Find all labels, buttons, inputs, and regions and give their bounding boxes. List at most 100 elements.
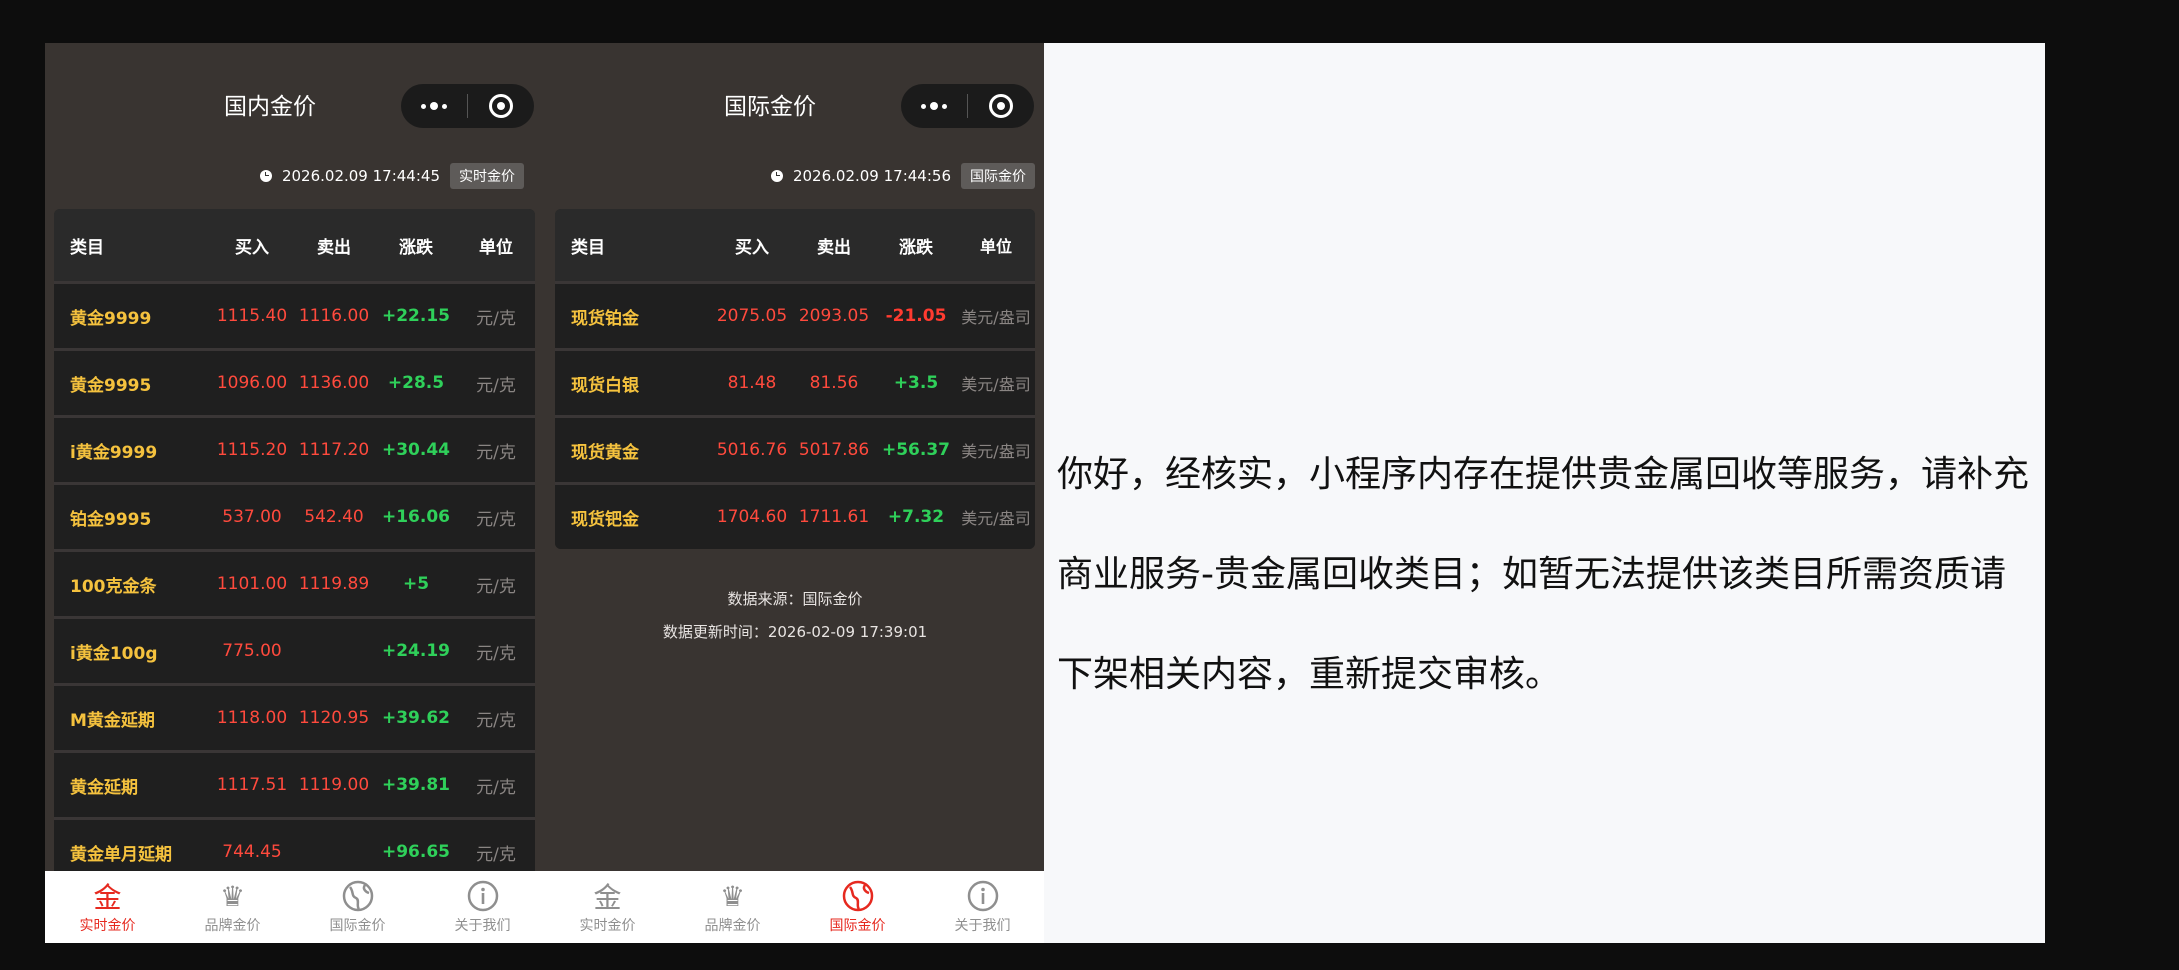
row-name: 黄金单月延期 bbox=[70, 844, 172, 865]
row-change: +39.81 bbox=[381, 775, 451, 795]
tab-realtime-gold[interactable]: 金 实时金价 bbox=[545, 871, 670, 943]
domestic-gold-panel: 国内金价 2026.02.09 17:44:45 实时金价 类目 买入 卖出 涨… bbox=[45, 43, 545, 943]
row-change: +96.65 bbox=[381, 842, 451, 862]
tab-label: 国际金价 bbox=[329, 918, 386, 934]
row-change: -21.05 bbox=[885, 306, 947, 326]
row-sell: 2093.05 bbox=[798, 306, 870, 326]
row-sell: 1119.89 bbox=[298, 574, 370, 594]
table-row[interactable]: 100克金条 1101.00 1119.89 +5 元/克 bbox=[54, 549, 535, 616]
row-buy: 775.00 bbox=[222, 641, 282, 661]
miniprogram-capsule bbox=[401, 84, 534, 128]
tab-label: 实时金价 bbox=[579, 918, 636, 934]
header-change: 涨跌 bbox=[899, 237, 933, 258]
more-icon[interactable] bbox=[901, 102, 967, 110]
row-change: +30.44 bbox=[381, 440, 451, 460]
table-row[interactable]: 黄金9999 1115.40 1116.00 +22.15 元/克 bbox=[54, 281, 535, 348]
row-change: +7.32 bbox=[887, 507, 945, 527]
row-name: M黄金延期 bbox=[70, 710, 155, 731]
table-row[interactable]: 现货黄金 5016.76 5017.86 +56.37 美元/盎司 bbox=[555, 415, 1035, 482]
table-row[interactable]: 现货钯金 1704.60 1711.61 +7.32 美元/盎司 bbox=[555, 482, 1035, 549]
row-unit: 元/克 bbox=[476, 442, 516, 463]
table-row[interactable]: i黄金100g 775.00 +24.19 元/克 bbox=[54, 616, 535, 683]
row-unit: 美元/盎司 bbox=[961, 509, 1031, 528]
row-sell: 542.40 bbox=[304, 507, 364, 527]
row-name: 现货白银 bbox=[571, 375, 639, 396]
miniprogram-capsule bbox=[901, 84, 1034, 128]
row-sell: 1116.00 bbox=[298, 306, 370, 326]
data-source-line: 数据来源：国际金价 bbox=[727, 590, 863, 608]
row-sell: 1117.20 bbox=[298, 440, 370, 460]
tab-about-us[interactable]: 关于我们 bbox=[920, 871, 1045, 943]
row-buy: 81.48 bbox=[727, 373, 777, 393]
row-sell: 1120.95 bbox=[298, 708, 370, 728]
table-row[interactable]: 黄金延期 1117.51 1119.00 +39.81 元/克 bbox=[54, 750, 535, 817]
tab-bar: 金 实时金价 ♛ 品牌金价 国际金价 关于我们 bbox=[545, 871, 1045, 943]
close-target-icon[interactable] bbox=[968, 94, 1034, 118]
tab-label: 实时金价 bbox=[79, 918, 136, 934]
row-name: 现货黄金 bbox=[571, 442, 639, 463]
tab-about-us[interactable]: 关于我们 bbox=[420, 871, 545, 943]
close-target-icon[interactable] bbox=[468, 94, 534, 118]
row-unit: 美元/盎司 bbox=[961, 442, 1031, 461]
header-sell: 卖出 bbox=[817, 237, 851, 258]
crown-icon: ♛ bbox=[719, 879, 746, 913]
row-change: +22.15 bbox=[381, 306, 451, 326]
price-table: 类目 买入 卖出 涨跌 单位 现货铂金 2075.05 2093.05 -21.… bbox=[555, 209, 1035, 549]
table-row[interactable]: M黄金延期 1118.00 1120.95 +39.62 元/克 bbox=[54, 683, 535, 750]
row-unit: 元/克 bbox=[476, 576, 516, 597]
row-sell: 81.56 bbox=[809, 373, 859, 393]
row-change: +5 bbox=[402, 574, 430, 594]
row-name: 现货铂金 bbox=[571, 308, 639, 329]
tab-brand-gold[interactable]: ♛ 品牌金价 bbox=[170, 871, 295, 943]
tab-intl-gold[interactable]: 国际金价 bbox=[295, 871, 420, 943]
row-unit: 元/克 bbox=[476, 375, 516, 396]
row-unit: 元/克 bbox=[476, 308, 516, 329]
row-unit: 元/克 bbox=[476, 509, 516, 530]
info-icon bbox=[466, 879, 500, 913]
row-name: 100克金条 bbox=[70, 576, 157, 597]
tab-intl-gold[interactable]: 国际金价 bbox=[795, 871, 920, 943]
row-unit: 美元/盎司 bbox=[961, 308, 1031, 327]
row-buy: 1704.60 bbox=[716, 507, 788, 527]
review-notice-text: 你好，经核实，小程序内存在提供贵金属回收等服务，请补充商业服务-贵金属回收类目；… bbox=[1057, 454, 2030, 695]
row-change: +56.37 bbox=[881, 440, 951, 460]
status-badge: 实时金价 bbox=[450, 163, 524, 189]
tab-brand-gold[interactable]: ♛ 品牌金价 bbox=[670, 871, 795, 943]
row-change: +39.62 bbox=[381, 708, 451, 728]
row-buy: 1115.20 bbox=[216, 440, 288, 460]
row-unit: 美元/盎司 bbox=[961, 375, 1031, 394]
info-icon bbox=[966, 879, 1000, 913]
update-time-row: 2026.02.09 17:44:45 实时金价 bbox=[259, 163, 524, 189]
tab-label: 关于我们 bbox=[454, 918, 511, 934]
header-buy: 买入 bbox=[735, 237, 769, 258]
row-name: 黄金9999 bbox=[70, 308, 152, 329]
header-unit: 单位 bbox=[479, 237, 513, 258]
header-category: 类目 bbox=[571, 237, 605, 258]
row-buy: 2075.05 bbox=[716, 306, 788, 326]
table-row[interactable]: 黄金9995 1096.00 1136.00 +28.5 元/克 bbox=[54, 348, 535, 415]
table-row[interactable]: 现货白银 81.48 81.56 +3.5 美元/盎司 bbox=[555, 348, 1035, 415]
tab-label: 关于我们 bbox=[954, 918, 1011, 934]
header-buy: 买入 bbox=[235, 237, 269, 258]
row-buy: 1096.00 bbox=[216, 373, 288, 393]
globe-icon bbox=[841, 879, 875, 913]
gold-char-icon: 金 bbox=[93, 881, 122, 914]
table-row[interactable]: 现货铂金 2075.05 2093.05 -21.05 美元/盎司 bbox=[555, 281, 1035, 348]
globe-icon bbox=[341, 879, 375, 913]
row-name: i黄金100g bbox=[70, 643, 158, 664]
clock-icon bbox=[770, 170, 783, 182]
row-buy: 1118.00 bbox=[216, 708, 288, 728]
row-buy: 1101.00 bbox=[216, 574, 288, 594]
update-timestamp: 2026.02.09 17:44:45 bbox=[281, 167, 440, 185]
header-unit: 单位 bbox=[979, 237, 1012, 256]
more-icon[interactable] bbox=[401, 102, 467, 110]
row-sell: 1136.00 bbox=[298, 373, 370, 393]
intl-gold-panel: 国际金价 2026.02.09 17:44:56 国际金价 类目 买入 卖出 涨… bbox=[545, 43, 1045, 943]
row-name: i黄金9999 bbox=[70, 442, 158, 463]
nav-bar: 国际金价 bbox=[545, 43, 1045, 171]
tab-realtime-gold[interactable]: 金 实时金价 bbox=[45, 871, 170, 943]
row-change: +24.19 bbox=[381, 641, 451, 661]
table-row[interactable]: i黄金9999 1115.20 1117.20 +30.44 元/克 bbox=[54, 415, 535, 482]
row-buy: 744.45 bbox=[222, 842, 282, 862]
table-row[interactable]: 铂金9995 537.00 542.40 +16.06 元/克 bbox=[54, 482, 535, 549]
